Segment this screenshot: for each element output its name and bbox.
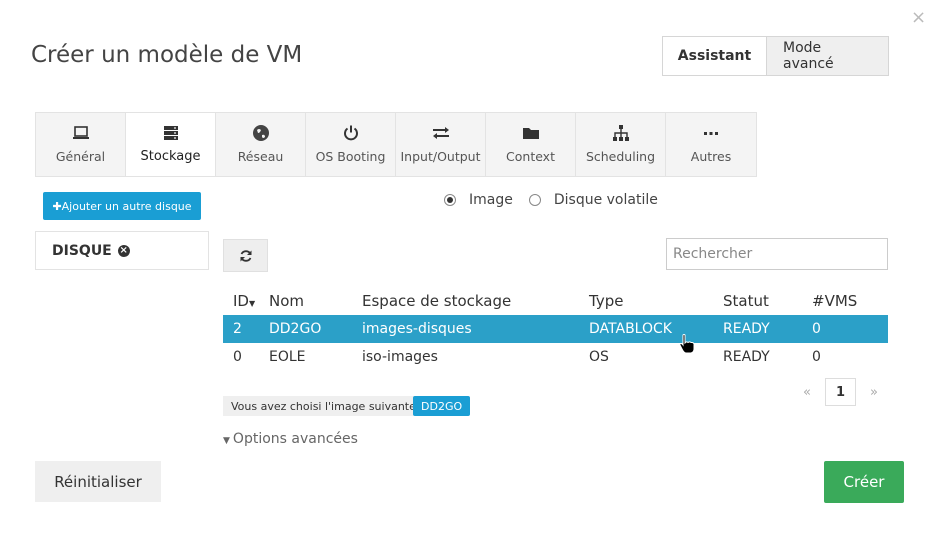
tab-input-output[interactable]: Input/Output [396,113,486,176]
tab-general-label: Général [55,149,106,164]
pagination: « 1 » [795,378,886,406]
row-status: READY [723,349,770,365]
tab-input-output-label: Input/Output [400,149,481,164]
laptop-icon [72,123,90,143]
wizard-mode-button[interactable]: Assistant [662,36,766,76]
sort-desc-icon: ▼ [248,299,256,308]
row-id: 2 [233,321,242,337]
selected-image-badge: DD2GO [413,396,471,416]
table-row[interactable]: 2 DD2GO images-disques DATABLOCK READY 0 [223,315,888,343]
globe-icon [252,123,270,143]
tab-os-booting-label: OS Booting [315,149,386,164]
tab-context-label: Context [506,149,555,164]
add-disk-button[interactable]: ✚Ajouter un autre disque [43,192,201,220]
pagination-next[interactable]: » [862,385,886,400]
exchange-icon [432,123,450,143]
tab-general[interactable]: Général [36,113,126,176]
column-vms-header[interactable]: #VMS [812,292,888,310]
tab-scheduling[interactable]: Scheduling [576,113,666,176]
column-id-header[interactable]: ID▼ [223,292,269,310]
row-name: DD2GO [269,321,322,337]
column-name-header[interactable]: Nom [269,292,362,310]
row-status: READY [723,321,770,337]
power-icon [342,123,360,143]
table-row[interactable]: 0 EOLE iso-images OS READY 0 [223,343,888,371]
dialog-title: Créer un modèle de VM [31,42,303,68]
volatile-disk-radio-label: Disque volatile [553,192,658,208]
row-vms: 0 [812,349,821,365]
row-datastore: images-disques [362,321,472,337]
row-datastore: iso-images [362,349,438,365]
pagination-current-page[interactable]: 1 [825,378,856,406]
folder-icon [522,123,540,143]
pagination-prev[interactable]: « [795,385,819,400]
mode-toggle: Assistant Mode avancé [662,36,889,76]
tab-context[interactable]: Context [486,113,576,176]
tab-storage-label: Stockage [140,149,201,164]
disk-list-item[interactable]: DISQUE × [35,231,209,270]
tab-others[interactable]: Autres [666,113,756,176]
sitemap-icon [612,123,630,143]
close-icon[interactable]: × [911,8,926,28]
row-type: DATABLOCK [589,321,672,337]
image-table: ID▼ Nom Espace de stockage Type Statut #… [223,287,888,371]
refresh-button[interactable] [223,239,268,272]
image-radio[interactable] [444,194,456,206]
refresh-icon [240,249,251,262]
hand-cursor-icon [679,334,695,354]
volatile-disk-radio[interactable] [528,194,541,206]
disk-label: DISQUE [52,242,112,259]
column-datastore-header[interactable]: Espace de stockage [362,292,589,310]
row-vms: 0 [812,321,821,337]
image-radio-label: Image [469,192,513,208]
column-type-header[interactable]: Type [589,292,723,310]
tab-network-label: Réseau [237,149,284,164]
tab-network[interactable]: Réseau [216,113,306,176]
table-header: ID▼ Nom Espace de stockage Type Statut #… [223,287,888,315]
advanced-options-label: Options avancées [232,431,358,447]
row-type: OS [589,349,609,365]
caret-down-icon: ▼ [223,436,230,446]
remove-disk-icon[interactable]: × [117,244,130,257]
selected-image-prefix: Vous avez choisi l'image suivante: [223,396,428,416]
disk-type-radio-group: Image Disque volatile [444,192,674,208]
ellipsis-icon [702,123,720,143]
tab-os-booting[interactable]: OS Booting [306,113,396,176]
row-id: 0 [233,349,242,365]
storage-icon [162,123,180,143]
row-name: EOLE [269,349,306,365]
tab-storage[interactable]: Stockage [126,113,216,176]
advanced-mode-button[interactable]: Mode avancé [766,36,889,76]
advanced-options-toggle[interactable]: ▼ Options avancées [223,431,358,447]
create-button[interactable]: Créer [824,461,904,503]
tab-scheduling-label: Scheduling [585,149,656,164]
tab-others-label: Autres [690,149,732,164]
reset-button[interactable]: Réinitialiser [35,461,161,502]
search-input[interactable] [666,238,888,270]
column-status-header[interactable]: Statut [723,292,812,310]
wizard-tabs: Général Stockage Réseau OS Booting Input… [35,112,757,177]
